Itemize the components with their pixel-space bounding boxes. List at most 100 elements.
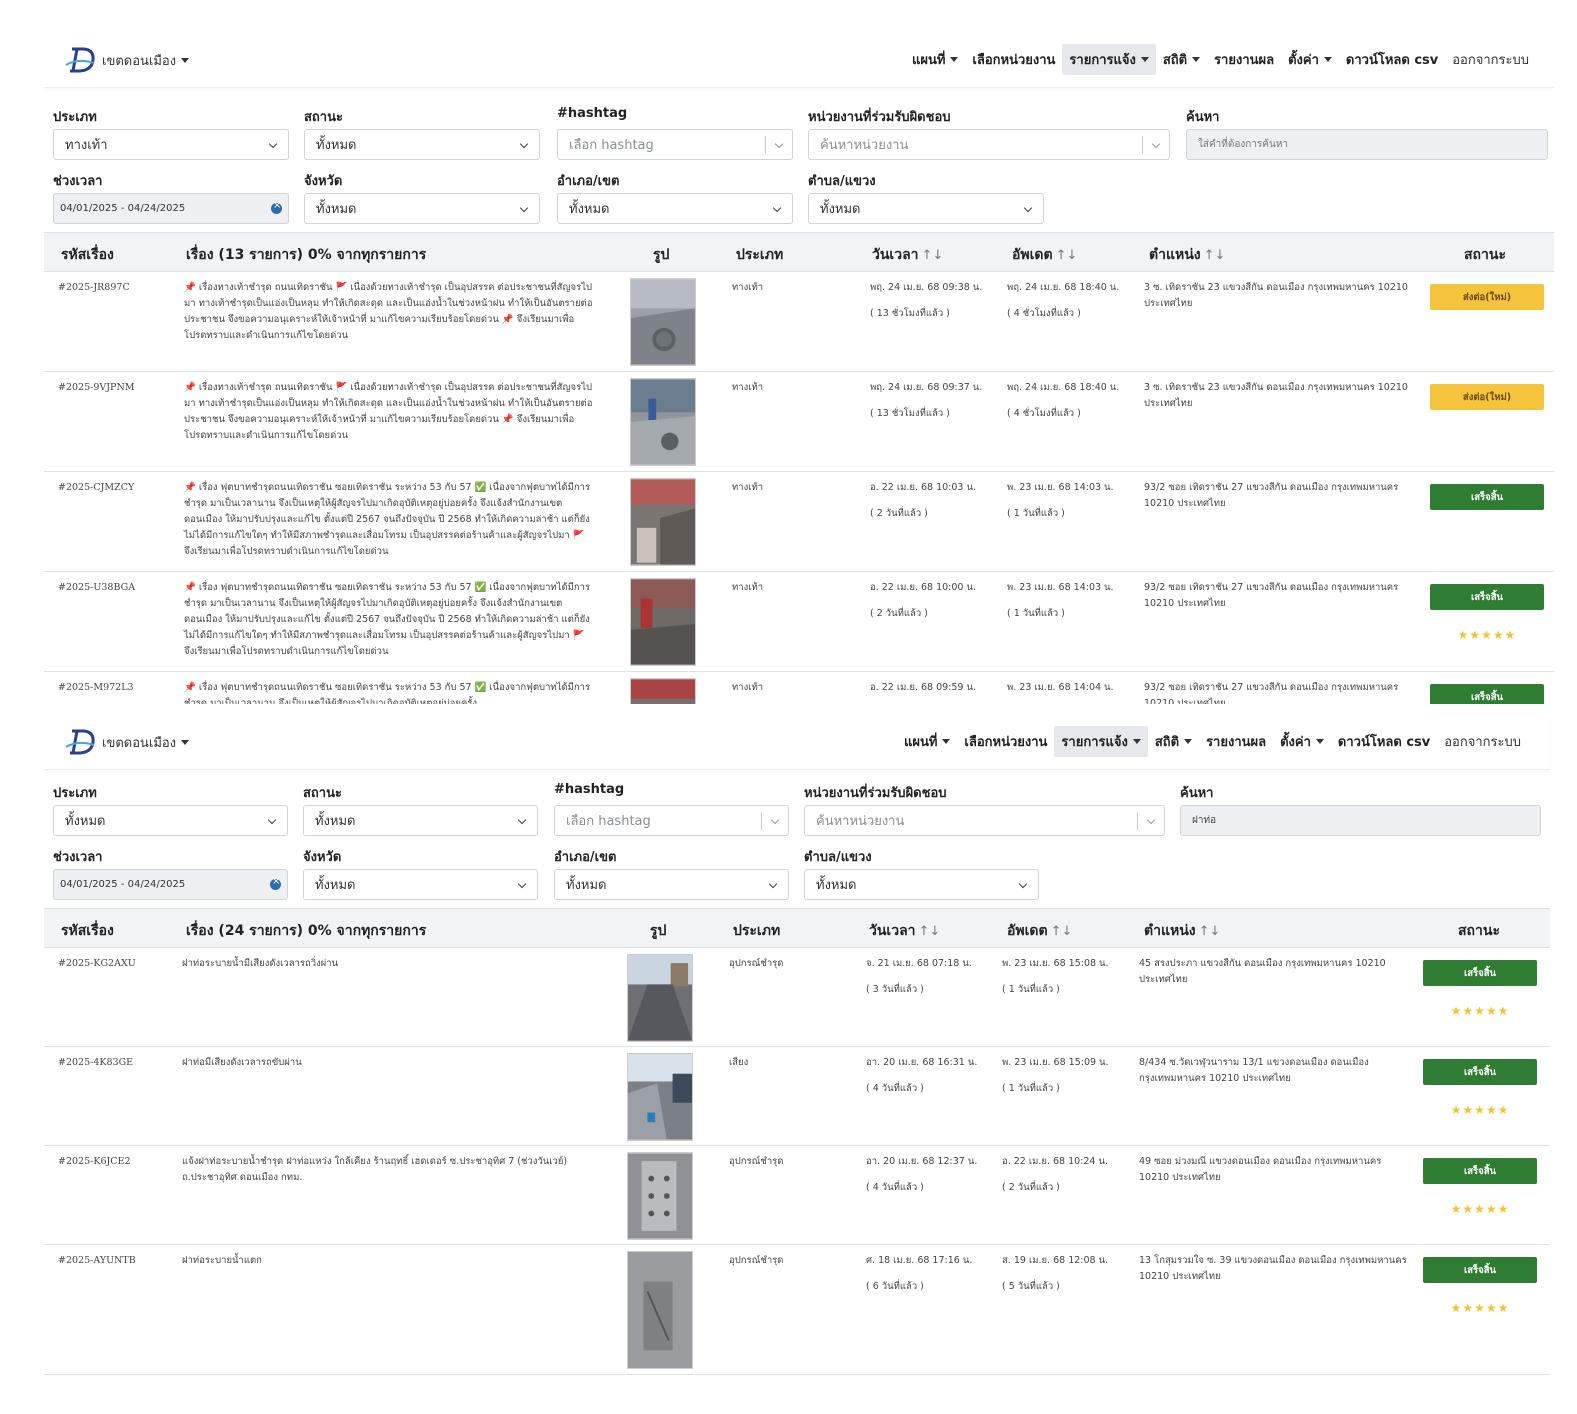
nav-reports[interactable]: รายการแจ้ง [1054, 726, 1148, 757]
report-updated: พ. 23 เม.ย. 68 15:08 น.( 1 วันที่แล้ว ) [1002, 958, 1109, 995]
status-badge[interactable]: เสร็จสิ้น [1430, 684, 1544, 704]
table-row[interactable]: #2025-AYUNTB ฝาท่อระบายน้ำแตก อุปกรณ์ชำร… [44, 1245, 1550, 1375]
report-updated: พ. 23 เม.ย. 68 14:04 น. [1007, 682, 1114, 693]
report-photo[interactable] [630, 378, 696, 466]
table-row[interactable]: #2025-4K83GE ฝาท่อมีเสียงดังเวลารถขับผ่า… [44, 1047, 1550, 1146]
nav-download-csv[interactable]: ดาวน์โหลด csv [1339, 44, 1445, 75]
nav-statistics[interactable]: สถิติ [1148, 726, 1199, 757]
type-select[interactable]: ทางเท้า [53, 129, 289, 160]
filter-agency-label: หน่วยงานที่ร่วมรับผิดชอบ [808, 110, 951, 125]
col-location[interactable]: ตำแหน่ง ↑↓ [1144, 920, 1220, 942]
nav-settings[interactable]: ตั้งค่า [1281, 44, 1339, 75]
sort-icon[interactable]: ↑↓ [1204, 248, 1226, 263]
agency-select[interactable]: ค้นหาหน่วยงาน [804, 805, 1165, 836]
report-photo[interactable] [630, 278, 696, 366]
nav-statistics[interactable]: สถิติ [1156, 44, 1207, 75]
report-id[interactable]: #2025-U38BGA [58, 580, 135, 596]
province-select[interactable]: ทั้งหมด [304, 193, 540, 224]
nav-map[interactable]: แผนที่ [905, 44, 965, 75]
nav-download-csv[interactable]: ดาวน์โหลด csv [1331, 726, 1437, 757]
report-id[interactable]: #2025-4K83GE [58, 1055, 133, 1071]
brand[interactable]: เขตดอนเมือง [64, 44, 190, 76]
chevron-down-icon [768, 879, 778, 889]
clear-icon[interactable] [270, 876, 281, 890]
col-updated[interactable]: อัพเดต ↑↓ [1007, 920, 1072, 942]
report-photo[interactable] [630, 478, 696, 566]
province-select[interactable]: ทั้งหมด [303, 869, 538, 900]
report-photo[interactable] [627, 1152, 693, 1240]
col-time[interactable]: วันเวลา ↑↓ [869, 920, 940, 942]
col-location[interactable]: ตำแหน่ง ↑↓ [1149, 244, 1225, 266]
district-selector[interactable]: เขตดอนเมือง [102, 50, 190, 71]
status-badge[interactable]: เสร็จสิ้น [1423, 1059, 1537, 1085]
status-badge[interactable]: เสร็จสิ้น [1430, 584, 1544, 610]
report-photo[interactable] [630, 578, 696, 666]
hashtag-select[interactable]: เลือก hashtag [554, 805, 789, 836]
report-photo[interactable] [630, 678, 696, 704]
nav-settings[interactable]: ตั้งค่า [1273, 726, 1331, 757]
photo-thumbnail [631, 479, 695, 565]
report-photo[interactable] [627, 954, 693, 1042]
status-badge[interactable]: ส่งต่อ(ใหม่) [1430, 384, 1544, 410]
report-id[interactable]: #2025-JR897C [58, 280, 130, 296]
nav-logout[interactable]: ออกจากระบบ [1437, 726, 1528, 757]
col-time[interactable]: วันเวลา ↑↓ [872, 244, 943, 266]
table-row[interactable]: #2025-KG2AXU ฝาท่อระบายน้ำมีเสียงดังเวลา… [44, 948, 1550, 1047]
report-id[interactable]: #2025-9VJPNM [58, 380, 135, 396]
hashtag-select[interactable]: เลือก hashtag [557, 129, 793, 160]
sort-icon[interactable]: ↑↓ [1056, 248, 1078, 263]
table-row[interactable]: #2025-9VJPNM 📌 เรื่องทางเท้าชำรุด ถนนเทิ… [44, 372, 1554, 472]
district-selector[interactable]: เขตดอนเมือง [102, 732, 190, 753]
chevron-down-icon [1018, 879, 1028, 889]
table-row[interactable]: #2025-K6JCE2 แจ้งฝาท่อระบายน้ำชำรุด ฝาท่… [44, 1146, 1550, 1245]
nav-map[interactable]: แผนที่ [897, 726, 957, 757]
nav-select-agency[interactable]: เลือกหน่วยงาน [965, 44, 1062, 75]
status-badge[interactable]: เสร็จสิ้น [1423, 1257, 1537, 1283]
clear-icon[interactable] [271, 200, 282, 214]
district-select[interactable]: ทั้งหมด [554, 869, 789, 900]
nav-logout[interactable]: ออกจากระบบ [1445, 44, 1536, 75]
sort-icon[interactable]: ↑↓ [919, 924, 941, 939]
sort-icon[interactable]: ↑↓ [1051, 924, 1073, 939]
report-id[interactable]: #2025-AYUNTB [58, 1253, 136, 1269]
district-name: เขตดอนเมือง [102, 735, 177, 751]
sort-icon[interactable]: ↑↓ [1199, 924, 1221, 939]
filter-type-label: ประเภท [53, 110, 97, 125]
subdistrict-select[interactable]: ทั้งหมด [804, 869, 1039, 900]
search-input[interactable]: ใส่คำที่ต้องการค้นหา [1186, 129, 1548, 160]
nav-reports[interactable]: รายการแจ้ง [1062, 44, 1156, 75]
status-select[interactable]: ทั้งหมด [304, 129, 540, 160]
report-type: อุปกรณ์ชำรุด [729, 958, 784, 969]
nav-results-report[interactable]: รายงานผล [1207, 44, 1281, 75]
brand[interactable]: เขตดอนเมือง [64, 726, 190, 758]
report-title: 📌 เรื่อง ฟุตบาทชำรุดถนนเทิดราชัน ซอยเทิด… [184, 682, 591, 704]
search-input[interactable]: ฝาท่อ [1180, 805, 1541, 836]
report-title: ฝาท่อระบายน้ำแตก [182, 1255, 262, 1266]
date-range-input[interactable]: 04/01/2025 - 04/24/2025 [53, 869, 288, 900]
report-photo[interactable] [627, 1053, 693, 1141]
table-row[interactable]: #2025-JR897C 📌 เรื่องทางเท้าชำรุด ถนนเทิ… [44, 272, 1554, 372]
col-updated[interactable]: อัพเดต ↑↓ [1012, 244, 1077, 266]
sort-icon[interactable]: ↑↓ [922, 248, 944, 263]
status-badge[interactable]: เสร็จสิ้น [1423, 1158, 1537, 1184]
report-id[interactable]: #2025-CJMZCY [58, 480, 134, 496]
status-select[interactable]: ทั้งหมด [303, 805, 538, 836]
nav-results-report[interactable]: รายงานผล [1199, 726, 1273, 757]
report-id[interactable]: #2025-K6JCE2 [58, 1154, 131, 1170]
report-id[interactable]: #2025-M972L3 [58, 680, 134, 696]
subdistrict-select[interactable]: ทั้งหมด [808, 193, 1044, 224]
status-badge[interactable]: เสร็จสิ้น [1423, 960, 1537, 986]
type-select[interactable]: ทั้งหมด [53, 805, 288, 836]
agency-select[interactable]: ค้นหาหน่วยงาน [808, 129, 1170, 160]
report-photo[interactable] [627, 1251, 693, 1369]
report-id[interactable]: #2025-KG2AXU [58, 956, 136, 972]
district-select[interactable]: ทั้งหมด [557, 193, 793, 224]
table-row[interactable]: #2025-CJMZCY 📌 เรื่อง ฟุตบาทชำรุดถนนเทิด… [44, 472, 1554, 572]
table-row[interactable]: #2025-U38BGA 📌 เรื่อง ฟุตบาทชำรุดถนนเทิด… [44, 572, 1554, 672]
status-badge[interactable]: ส่งต่อ(ใหม่) [1430, 284, 1544, 310]
report-updated: พ. 23 เม.ย. 68 14:03 น.( 1 วันที่แล้ว ) [1007, 482, 1114, 519]
table-row[interactable]: #2025-M972L3 📌 เรื่อง ฟุตบาทชำรุดถนนเทิด… [44, 672, 1554, 704]
nav-select-agency[interactable]: เลือกหน่วยงาน [957, 726, 1054, 757]
status-badge[interactable]: เสร็จสิ้น [1430, 484, 1544, 510]
date-range-input[interactable]: 04/01/2025 - 04/24/2025 [53, 193, 289, 224]
